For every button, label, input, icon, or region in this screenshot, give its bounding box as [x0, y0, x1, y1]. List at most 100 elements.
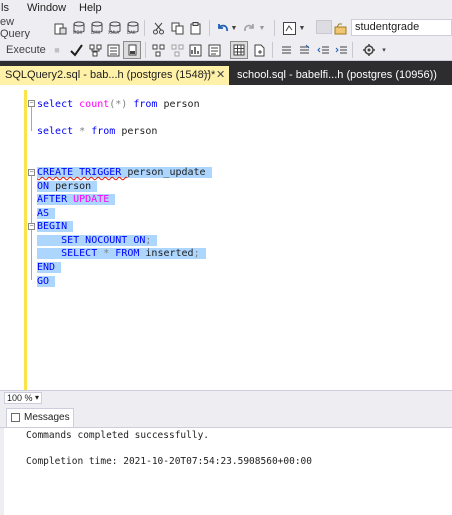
cut-icon[interactable] [149, 19, 167, 37]
code-line-1: select count(*) from person [37, 98, 200, 111]
selection: END [37, 262, 62, 273]
code-line-4: ON person [37, 180, 98, 193]
mdx-query-icon[interactable]: MDX [70, 19, 88, 37]
svg-text:XMLA: XMLA [108, 30, 120, 35]
selection: SET NOCOUNT ON; [37, 235, 158, 246]
results-to-grid-icon[interactable] [230, 41, 248, 59]
menu-window[interactable]: Window [27, 2, 66, 14]
keyword: CREATE TRIGGER [37, 167, 128, 178]
keyword: from [133, 99, 164, 110]
results-to-text-icon[interactable] [205, 41, 223, 59]
zoom-select[interactable]: 100 % ▾ [4, 392, 42, 404]
selection: AFTER UPDATE [37, 194, 116, 205]
code-line-3: CREATE TRIGGER person_update [37, 166, 212, 179]
keyword: AS [37, 208, 56, 219]
increase-indent-icon[interactable] [332, 41, 350, 59]
punctuation: ; [145, 235, 158, 246]
include-actual-plan-icon[interactable] [149, 41, 167, 59]
copy-icon[interactable] [168, 19, 186, 37]
comment-out-icon[interactable] [277, 41, 295, 59]
keyword: AFTER [37, 194, 74, 205]
specify-template-values-icon[interactable] [360, 41, 378, 59]
xmla-query-icon[interactable]: XMLA [106, 19, 124, 37]
selection: SELECT * FROM inserted; [37, 248, 206, 259]
keyword: FROM [115, 248, 146, 259]
standard-toolbar: ew Query MDX DMX XMLA DAX ▼ ▼ ▼ studentg… [0, 16, 452, 40]
menu-bar: ls Window Help [0, 0, 452, 17]
keyword: from [91, 126, 122, 137]
keyword: GO [37, 276, 56, 287]
selection: AS [37, 208, 56, 219]
undo-icon[interactable] [213, 19, 231, 37]
redo-icon[interactable] [241, 19, 259, 37]
function: count [79, 99, 110, 110]
results-tab-strip: Messages [0, 405, 452, 428]
menu-help[interactable]: Help [79, 2, 102, 14]
svg-text:MDX: MDX [73, 30, 83, 35]
activity-monitor-icon[interactable] [280, 19, 298, 37]
keyword: BEGIN [37, 221, 74, 232]
tab-school-sql[interactable]: school.sql - babelfi...h (postgres (1095… [233, 66, 452, 85]
database-engine-query-icon[interactable] [51, 19, 69, 37]
client-statistics-icon[interactable] [186, 41, 204, 59]
close-tab-icon[interactable]: ✕ [216, 68, 225, 81]
cancel-query-icon[interactable]: ■ [52, 41, 62, 59]
code-line-5: AFTER UPDATE [37, 193, 116, 206]
toolbar-options-icon[interactable]: ▾ [380, 41, 388, 59]
punctuation: ; [193, 248, 206, 259]
code-line-2: select * from person [37, 125, 157, 138]
dax-query-icon[interactable]: DAX [124, 19, 142, 37]
keyword: ON [37, 181, 56, 192]
code-line-9: SELECT * FROM inserted; [37, 247, 206, 260]
menu-tools[interactable]: ls [1, 2, 9, 14]
code-line-7: BEGIN [37, 220, 74, 233]
selection: ON person [37, 181, 98, 192]
document-tab-strip: SQLQuery2.sql - bab...h (postgres (1548)… [0, 61, 452, 85]
live-query-statistics-icon[interactable] [168, 41, 186, 59]
editor-status-strip: 100 % ▾ [0, 390, 452, 405]
sql-editor-toolbar: Execute ■ ▾ [0, 39, 452, 61]
find-icon[interactable] [333, 19, 347, 37]
redo-dropdown-icon[interactable]: ▼ [258, 19, 266, 37]
keyword: SELECT [61, 248, 104, 259]
identifier: person [163, 99, 200, 110]
editor-gutter [0, 85, 26, 390]
dmx-query-icon[interactable]: DMX [88, 19, 106, 37]
tab-messages[interactable]: Messages [6, 408, 74, 427]
pin-icon[interactable]: ⊣ [202, 69, 211, 80]
intellisense-enabled-icon[interactable] [123, 41, 141, 59]
parse-checkmark-icon[interactable] [67, 41, 85, 59]
selection: CREATE TRIGGER person_update [37, 167, 212, 178]
keyword: select [37, 99, 80, 110]
punctuation: * [103, 248, 116, 259]
code-line-11: GO [37, 275, 56, 288]
collapse-region-icon[interactable]: − [28, 223, 35, 230]
identifier: person_update [127, 167, 212, 178]
keyword: END [37, 262, 62, 273]
message-line: Commands completed successfully. [26, 430, 210, 441]
paste-icon[interactable] [187, 19, 205, 37]
uncomment-icon[interactable] [295, 41, 313, 59]
keyword: UPDATE [73, 194, 116, 205]
completion-time: Completion time: 2021-10-20T07:54:23.590… [26, 456, 312, 467]
new-query-button[interactable]: ew Query [0, 16, 45, 40]
punctuation: (*) [109, 99, 134, 110]
tab-sqlquery2[interactable]: SQLQuery2.sql - bab...h (postgres (1548)… [0, 66, 229, 85]
solution-config-combo[interactable] [316, 20, 332, 34]
display-estimated-plan-icon[interactable] [86, 41, 104, 59]
query-options-icon[interactable] [104, 41, 122, 59]
execute-button[interactable]: Execute [6, 41, 46, 59]
toolbar-overflow-icon[interactable]: ▼ [298, 19, 306, 37]
collapse-region-icon[interactable]: − [28, 169, 35, 176]
selection: GO [37, 276, 56, 287]
available-databases-select[interactable]: studentgrade [351, 19, 452, 36]
identifier: inserted [145, 248, 194, 259]
undo-dropdown-icon[interactable]: ▼ [230, 19, 238, 37]
decrease-indent-icon[interactable] [314, 41, 332, 59]
keyword: SET NOCOUNT ON [61, 235, 146, 246]
results-to-file-icon[interactable] [250, 41, 268, 59]
messages-icon [11, 413, 20, 422]
svg-text:DAX: DAX [127, 30, 136, 35]
collapse-region-icon[interactable]: − [28, 100, 35, 107]
query-editor[interactable]: − − − select count(*) from person select… [0, 85, 452, 390]
